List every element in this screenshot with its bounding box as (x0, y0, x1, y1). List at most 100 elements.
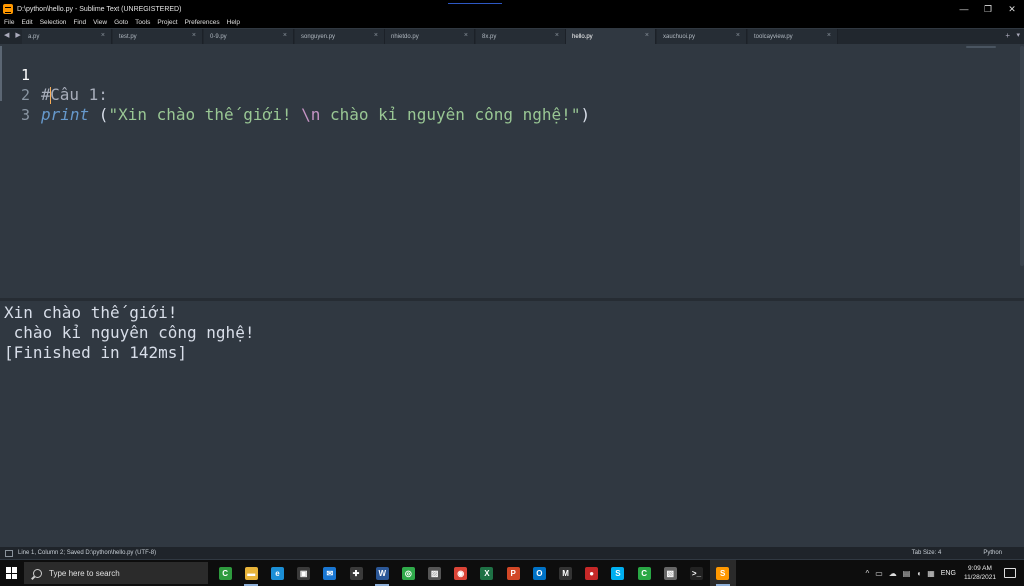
record-taskbar-button[interactable]: ● (579, 560, 605, 586)
code-editor[interactable]: 1 #Câu 1: 2 print ("Xin chào thế giới! \… (0, 44, 1024, 298)
tab-label: a.py (28, 33, 40, 40)
file-explorer-icon: ▬ (244, 566, 258, 580)
sublime-text-taskbar-button[interactable]: S (709, 560, 736, 586)
tab-close-icon[interactable]: × (555, 32, 559, 39)
code-line-1[interactable]: 1 #Câu 1: (0, 45, 1024, 104)
excel-taskbar-button[interactable]: X (474, 560, 500, 586)
close-button[interactable]: ✕ (1000, 0, 1024, 18)
mail-icon: ✉ (323, 566, 337, 580)
code-line-2[interactable]: 2 print ("Xin chào thế giới! \n chào kỉ … (0, 65, 1024, 124)
code-line-3[interactable]: 3 (0, 85, 1024, 124)
menu-find[interactable]: Find (73, 19, 86, 26)
app-taskbar-button[interactable]: ✚ (343, 560, 369, 586)
tab-a-py[interactable]: a.py × (22, 29, 112, 44)
powerpoint-taskbar-button[interactable]: P (500, 560, 526, 586)
m-app-taskbar-button[interactable]: M (552, 560, 578, 586)
volume-icon[interactable]: ◖ (916, 569, 921, 578)
image-app-taskbar-button[interactable]: ▧ (657, 560, 683, 586)
tab-close-icon[interactable]: × (827, 32, 831, 39)
title-bar: D:\python\hello.py - Sublime Text (UNREG… (0, 0, 1024, 18)
store-taskbar-button[interactable]: ▣ (291, 560, 317, 586)
green-c-taskbar-button[interactable]: C (631, 560, 657, 586)
terminal-icon: >_ (689, 566, 703, 580)
battery-icon[interactable]: ▭ (875, 569, 883, 578)
chrome-icon: ◉ (454, 566, 468, 580)
edge-taskbar-button[interactable]: e (264, 560, 290, 586)
tab-nav-arrows[interactable]: ◀ ▶ (4, 31, 23, 39)
taskbar-search-box[interactable]: Type here to search (24, 562, 208, 584)
tab-close-icon[interactable]: × (736, 32, 740, 39)
menu-tools[interactable]: Tools (135, 19, 150, 26)
panel-toggle-icon[interactable] (5, 549, 13, 557)
tab-xauchuoi-py[interactable]: xauchuoi.py × (657, 29, 747, 44)
tab-close-icon[interactable]: × (374, 32, 378, 39)
tab-label: toolcayview.py (754, 33, 793, 40)
tab-8x-py[interactable]: 8x.py × (476, 29, 566, 44)
minimap-indicator[interactable] (966, 46, 996, 48)
tab-close-icon[interactable]: × (464, 32, 468, 39)
tab-close-icon[interactable]: × (645, 32, 649, 39)
display-icon[interactable]: ▦ (927, 569, 935, 578)
output-line: Xin chào thế giới! (4, 303, 178, 322)
minimize-button[interactable]: — (952, 0, 976, 18)
tab-bar: ◀ ▶ a.py × test.py × 0-9.py × songuyen.p… (0, 29, 1024, 44)
search-icon (33, 568, 42, 578)
tab-label: 8x.py (482, 33, 497, 40)
tab-hello-py[interactable]: hello.py × (566, 29, 656, 44)
menu-preferences[interactable]: Preferences (185, 19, 220, 26)
string-part-a: "Xin chào thế giới! (108, 105, 302, 124)
cloud-icon[interactable]: ☁ (889, 569, 897, 578)
word-taskbar-button[interactable]: W (369, 560, 395, 586)
tab-list-dropdown[interactable]: ▾ (1016, 31, 1020, 39)
tab-label: xauchuoi.py (663, 33, 696, 40)
menu-view[interactable]: View (93, 19, 107, 26)
search-placeholder: Type here to search (49, 568, 120, 578)
powerpoint-icon: P (506, 566, 520, 580)
windows-start-button[interactable] (6, 567, 18, 579)
tab-test-py[interactable]: test.py × (113, 29, 203, 44)
skype-taskbar-button[interactable]: S (605, 560, 631, 586)
tab-close-icon[interactable]: × (192, 32, 196, 39)
language-indicator[interactable]: ENG (941, 570, 956, 577)
restore-button[interactable]: ❐ (976, 0, 1000, 18)
green-app-taskbar-button[interactable]: C (212, 560, 238, 586)
output-line: [Finished in 142ms] (4, 343, 188, 362)
mail-taskbar-button[interactable]: ✉ (317, 560, 343, 586)
terminal-taskbar-button[interactable]: >_ (683, 560, 709, 586)
tab-0-9-py[interactable]: 0-9.py × (204, 29, 294, 44)
tab-nhietdo-py[interactable]: nhietdo.py × (385, 29, 475, 44)
m-app-icon: M (559, 566, 573, 580)
menu-goto[interactable]: Goto (114, 19, 128, 26)
menu-project[interactable]: Project (157, 19, 177, 26)
clock-time: 9:09 AM (968, 565, 992, 572)
notification-center-icon[interactable] (1004, 568, 1016, 578)
outlook-taskbar-button[interactable]: O (526, 560, 552, 586)
menu-file[interactable]: File (4, 19, 14, 26)
tab-close-icon[interactable]: × (283, 32, 287, 39)
green-circle-taskbar-button[interactable]: ◎ (395, 560, 421, 586)
build-output-panel[interactable]: Xin chào thế giới! chào kỉ nguyên công n… (0, 301, 1024, 544)
chrome-taskbar-button[interactable]: ◉ (448, 560, 474, 586)
network-icon[interactable]: ▤ (903, 569, 911, 578)
tab-toolcayview-py[interactable]: toolcayview.py × (748, 29, 838, 44)
chevron-up-icon[interactable]: ^ (865, 569, 869, 578)
taskbar-clock[interactable]: 9:09 AM 11/28/2021 (964, 564, 996, 582)
green-circle-icon: ◎ (401, 566, 415, 580)
photo-taskbar-button[interactable]: ▨ (422, 560, 448, 586)
tab-size-indicator[interactable]: Tab Size: 4 (912, 550, 942, 556)
green-c-icon: C (637, 566, 651, 580)
menu-help[interactable]: Help (227, 19, 240, 26)
edge-icon: e (270, 566, 284, 580)
tab-songuyen-py[interactable]: songuyen.py × (295, 29, 385, 44)
print-function: print (41, 105, 90, 124)
new-tab-button[interactable]: + (1005, 31, 1010, 40)
editor-scrollbar[interactable] (1020, 46, 1024, 266)
outlook-icon: O (532, 566, 546, 580)
file-explorer-taskbar-button[interactable]: ▬ (238, 560, 264, 586)
title-accent-line (448, 3, 502, 4)
line-number: 3 (20, 106, 30, 124)
syntax-indicator[interactable]: Python (983, 550, 1002, 556)
menu-selection[interactable]: Selection (40, 19, 67, 26)
menu-edit[interactable]: Edit (21, 19, 32, 26)
tab-close-icon[interactable]: × (101, 32, 105, 39)
